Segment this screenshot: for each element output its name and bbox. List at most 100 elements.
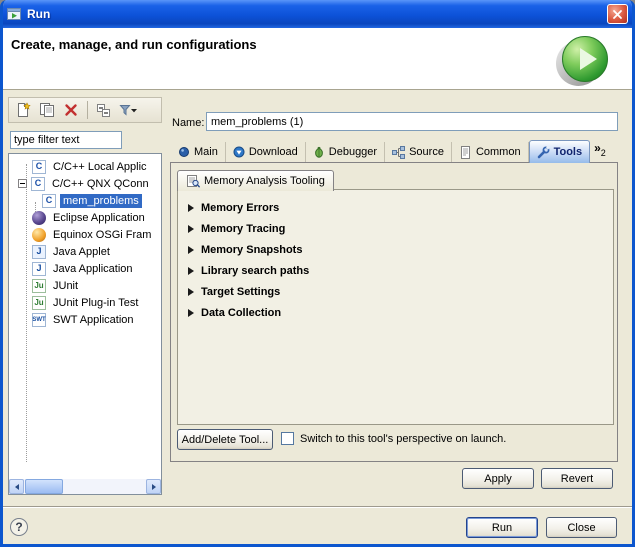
expand-arrow-icon <box>188 225 194 233</box>
memory-analysis-panel: Memory Errors Memory Tracing Memory Snap… <box>177 189 614 425</box>
tree-item-label: Equinox OSGi Fram <box>50 228 154 242</box>
dropdown-caret-icon <box>131 109 137 112</box>
tree-item-java-applet[interactable]: J Java Applet <box>9 243 161 260</box>
bug-icon <box>313 146 325 158</box>
run-dialog-window: Run Create, manage, and run configuratio… <box>0 0 635 547</box>
tree-item-cpp-qnx-qconn[interactable]: C C/C++ QNX QConn <box>9 175 161 192</box>
tree-item-label: JUnit Plug-in Test <box>50 296 141 310</box>
banner-message: Create, manage, and run configurations <box>11 37 257 52</box>
scrollbar-thumb[interactable] <box>25 479 63 494</box>
tree-item-label: Eclipse Application <box>50 211 148 225</box>
horizontal-scrollbar[interactable] <box>9 479 161 494</box>
add-delete-tool-button[interactable]: Add/Delete Tool... <box>177 429 273 450</box>
tree-item-junit[interactable]: Ju JUnit <box>9 277 161 294</box>
collapse-all-icon <box>96 102 112 118</box>
titlebar[interactable]: Run <box>0 0 635 28</box>
junit-icon: Ju <box>32 279 46 293</box>
delete-configuration-button[interactable] <box>60 100 82 120</box>
wrench-icon <box>537 146 550 159</box>
section-memory-errors[interactable]: Memory Errors <box>178 197 613 218</box>
tree-collapse-icon[interactable] <box>18 179 27 188</box>
section-memory-snapshots[interactable]: Memory Snapshots <box>178 239 613 260</box>
window-title: Run <box>27 7 50 21</box>
filter-menu-button[interactable] <box>117 100 139 120</box>
tree-item-label: Java Applet <box>50 245 113 259</box>
play-icon-circle <box>562 36 608 82</box>
scrollbar-track[interactable] <box>24 479 146 494</box>
section-label: Library search paths <box>201 265 309 277</box>
memory-tool-icon <box>186 174 200 188</box>
new-configuration-button[interactable] <box>12 100 34 120</box>
section-library-search-paths[interactable]: Library search paths <box>178 260 613 281</box>
section-label: Memory Snapshots <box>201 244 302 256</box>
tree-item-cpp-local-application[interactable]: C C/C++ Local Applic <box>9 158 161 175</box>
java-applet-icon: J <box>32 245 46 259</box>
junit-plugin-icon: Ju <box>32 296 46 310</box>
tab-label: Tools <box>554 146 583 158</box>
expand-arrow-icon <box>188 204 194 212</box>
chevron-double-icon: » <box>594 142 601 154</box>
tab-overflow-chevron[interactable]: » 2 <box>590 142 610 162</box>
swt-icon: SWT <box>32 313 46 327</box>
expand-arrow-icon <box>188 288 194 296</box>
subtab-label: Memory Analysis Tooling <box>204 175 325 187</box>
tab-label: Download <box>249 146 298 158</box>
filter-input[interactable] <box>10 131 122 149</box>
tab-label: Source <box>409 146 444 158</box>
help-button[interactable]: ? <box>10 518 28 536</box>
perspective-checkbox[interactable] <box>281 432 294 445</box>
scroll-right-button[interactable] <box>146 479 161 494</box>
tab-tools[interactable]: Tools <box>529 140 591 163</box>
duplicate-configuration-button[interactable] <box>36 100 58 120</box>
subtab-memory-analysis-tooling[interactable]: Memory Analysis Tooling <box>177 170 334 191</box>
tree-item-eclipse-application[interactable]: Eclipse Application <box>9 209 161 226</box>
expand-arrow-icon <box>188 309 194 317</box>
scroll-left-button[interactable] <box>9 479 24 494</box>
section-label: Data Collection <box>201 307 281 319</box>
tree-item-equinox-osgi[interactable]: Equinox OSGi Fram <box>9 226 161 243</box>
run-button[interactable]: Run <box>466 517 538 538</box>
tab-debugger[interactable]: Debugger <box>306 142 385 162</box>
perspective-checkbox-label: Switch to this tool's perspective on lau… <box>300 433 506 445</box>
tools-subtabbar: Memory Analysis Tooling <box>177 169 334 190</box>
tree-item-label: Java Application <box>50 262 136 276</box>
expand-arrow-icon <box>188 267 194 275</box>
tree-item-java-application[interactable]: J Java Application <box>9 260 161 277</box>
name-input[interactable] <box>206 112 618 131</box>
toolbar-separator <box>87 101 88 119</box>
document-icon <box>459 146 472 159</box>
qnx-c-icon: C <box>31 177 45 191</box>
name-label: Name: <box>172 117 204 129</box>
tree-item-label: JUnit <box>50 279 81 293</box>
section-memory-tracing[interactable]: Memory Tracing <box>178 218 613 239</box>
tree-item-label: SWT Application <box>50 313 137 327</box>
dialog-banner: Create, manage, and run configurations <box>3 28 632 90</box>
tree-item-mem-problems[interactable]: C mem_problems <box>9 192 161 209</box>
close-dialog-button[interactable]: Close <box>546 517 617 538</box>
revert-button[interactable]: Revert <box>541 468 613 489</box>
collapse-all-button[interactable] <box>93 100 115 120</box>
tab-common[interactable]: Common <box>452 142 529 162</box>
tab-label: Debugger <box>329 146 377 158</box>
section-data-collection[interactable]: Data Collection <box>178 302 613 323</box>
tree-item-label: C/C++ QNX QConn <box>49 177 152 191</box>
apply-button[interactable]: Apply <box>462 468 534 489</box>
tab-source[interactable]: Source <box>385 142 452 162</box>
source-tree-icon <box>392 146 405 159</box>
copy-icon <box>39 102 55 118</box>
tab-main[interactable]: Main <box>171 142 226 162</box>
tree-item-label-selected: mem_problems <box>60 194 142 208</box>
section-target-settings[interactable]: Target Settings <box>178 281 613 302</box>
close-button[interactable] <box>607 4 628 24</box>
tab-download[interactable]: Download <box>226 142 306 162</box>
tree-item-junit-plugin-test[interactable]: Ju JUnit Plug-in Test <box>9 294 161 311</box>
tab-overflow-count: 2 <box>601 148 606 158</box>
scroll-left-icon <box>15 484 19 490</box>
new-document-icon <box>15 102 31 118</box>
run-window-icon <box>6 6 22 22</box>
play-triangle-icon <box>580 48 597 70</box>
java-application-icon: J <box>32 262 46 276</box>
section-label: Target Settings <box>201 286 280 298</box>
tab-label: Main <box>194 146 218 158</box>
tree-item-swt-application[interactable]: SWT SWT Application <box>9 311 161 328</box>
